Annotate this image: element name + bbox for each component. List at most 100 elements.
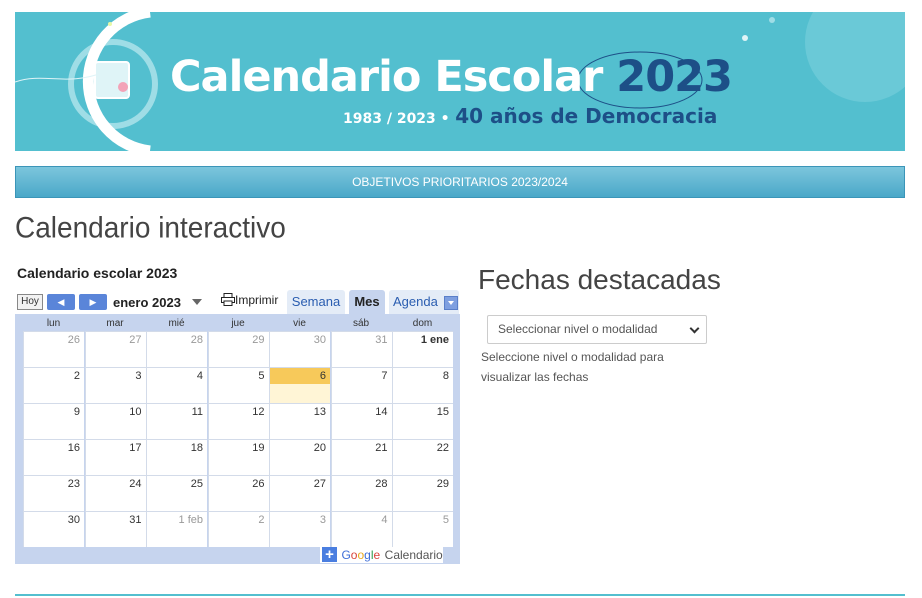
day-number: 29 — [436, 478, 449, 490]
calendar-day[interactable]: 26 — [207, 475, 269, 511]
today-button[interactable]: Hoy — [17, 294, 43, 310]
calendar-day[interactable]: 28 — [146, 331, 207, 367]
day-number: 4 — [381, 514, 388, 526]
day-number: 28 — [375, 478, 388, 490]
calendar-week-row: 2 3 4 5 6 7 8 — [23, 367, 453, 404]
day-number: 17 — [129, 442, 142, 454]
calendar-day-today[interactable]: 6 — [269, 367, 330, 404]
calendar-day[interactable]: 1 feb — [146, 511, 207, 547]
day-number: 23 — [67, 478, 80, 490]
day-number: 8 — [442, 370, 449, 382]
day-number: 30 — [67, 514, 80, 526]
current-month[interactable]: enero 2023 — [113, 295, 181, 310]
day-number: 16 — [67, 442, 80, 454]
level-select-value: Seleccionar nivel o modalidad — [498, 322, 658, 336]
calendar-day[interactable]: 1 ene — [392, 331, 453, 367]
footer-divider — [15, 594, 905, 596]
featured-help-text: Seleccione nivel o modalidad para visual… — [481, 350, 664, 384]
day-number: 1 feb — [178, 514, 203, 526]
day-number: 13 — [313, 406, 326, 418]
calendar-day[interactable]: 5 — [207, 367, 269, 403]
calendar-day[interactable]: 4 — [146, 367, 207, 403]
calendar-day[interactable]: 14 — [330, 403, 392, 439]
page-title: Calendario interactivo — [15, 211, 286, 244]
calendar-day[interactable]: 27 — [84, 331, 146, 367]
weekday-label: sáb — [352, 318, 370, 329]
calendar-day[interactable]: 11 — [146, 403, 207, 439]
calendar-week-row: 30 31 1 feb 2 3 4 5 — [23, 511, 453, 547]
calendar-day[interactable]: 3 — [269, 511, 330, 547]
day-number: 11 — [191, 406, 203, 418]
day-number: 12 — [252, 406, 265, 418]
level-select[interactable]: Seleccionar nivel o modalidad — [487, 315, 707, 344]
caret-down-icon[interactable] — [192, 299, 202, 305]
day-number: 2 — [73, 370, 80, 382]
weekday-label: vie — [293, 318, 306, 329]
calendar-day[interactable]: 25 — [146, 475, 207, 511]
calendar-day[interactable]: 9 — [23, 403, 84, 439]
calendar-day[interactable]: 15 — [392, 403, 453, 439]
day-number: 3 — [135, 370, 142, 382]
calendar-day[interactable]: 3 — [84, 367, 146, 403]
calendar-day[interactable]: 16 — [23, 439, 84, 475]
calendar-day[interactable]: 4 — [330, 511, 392, 547]
calendar-day[interactable]: 29 — [207, 331, 269, 367]
weekday-header: lun mar mié jue vie sáb dom — [23, 318, 453, 332]
calendar-day[interactable]: 18 — [146, 439, 207, 475]
day-number: 5 — [258, 370, 265, 382]
day-number: 26 — [67, 334, 80, 346]
banner-year: 2023 — [616, 52, 733, 102]
calendar-week-row: 16 17 18 19 20 21 22 — [23, 439, 453, 475]
calendar-week-row: 26 27 28 29 30 31 1 ene — [23, 331, 453, 367]
print-button[interactable]: Imprimir — [221, 293, 278, 307]
tab-semana[interactable]: Semana — [287, 290, 345, 314]
calendar-day[interactable]: 2 — [23, 367, 84, 403]
prev-month-button[interactable]: ◀ — [47, 294, 75, 310]
day-number: 9 — [73, 406, 80, 418]
calendar-day[interactable]: 31 — [84, 511, 146, 547]
banner-subtitle-main: 40 años de Democracia — [455, 104, 718, 128]
day-number: 2 — [258, 514, 265, 526]
day-number: 31 — [375, 334, 388, 346]
day-number: 31 — [129, 514, 142, 526]
tab-mes[interactable]: Mes — [349, 290, 385, 314]
calendar-day[interactable]: 21 — [330, 439, 392, 475]
calendar-day[interactable]: 30 — [23, 511, 84, 547]
day-number: 29 — [252, 334, 265, 346]
calendar-day[interactable]: 22 — [392, 439, 453, 475]
calendar-day[interactable]: 26 — [23, 331, 84, 367]
calendar-day[interactable]: 24 — [84, 475, 146, 511]
calendar-day[interactable]: 12 — [207, 403, 269, 439]
printer-icon — [221, 293, 235, 306]
calendar-day[interactable]: 7 — [330, 367, 392, 403]
calendar-week-row: 23 24 25 26 27 28 29 — [23, 475, 453, 511]
calendar-day[interactable]: 23 — [23, 475, 84, 511]
calendar-day[interactable]: 19 — [207, 439, 269, 475]
calendar-day[interactable]: 8 — [392, 367, 453, 403]
calendar-day[interactable]: 10 — [84, 403, 146, 439]
calendar-day[interactable]: 5 — [392, 511, 453, 547]
calendar-day[interactable]: 13 — [269, 403, 330, 439]
calendar-day[interactable]: 17 — [84, 439, 146, 475]
calendar-day[interactable]: 27 — [269, 475, 330, 511]
calendar-day[interactable]: 28 — [330, 475, 392, 511]
day-number: 3 — [319, 514, 326, 526]
calendar-title: Calendario escolar 2023 — [17, 265, 178, 281]
nav-objetivos-link[interactable]: OBJETIVOS PRIORITARIOS 2023/2024 — [15, 166, 905, 198]
calendar-day[interactable]: 2 — [207, 511, 269, 547]
agenda-dropdown-icon[interactable] — [444, 296, 458, 310]
day-number: 28 — [190, 334, 203, 346]
add-to-google-calendar[interactable]: + Google Calendario — [320, 547, 443, 563]
print-label: Imprimir — [235, 293, 279, 307]
weekday-label: mar — [106, 318, 124, 329]
calendar-day[interactable]: 20 — [269, 439, 330, 475]
day-number: 15 — [436, 406, 449, 418]
day-number: 21 — [375, 442, 388, 454]
day-number: 1 ene — [420, 334, 449, 346]
calendar-grid: lun mar mié jue vie sáb dom 26 27 28 29 30 31 1 ene 2… — [15, 314, 460, 564]
calendar-day[interactable]: 29 — [392, 475, 453, 511]
calendar-day[interactable]: 31 — [330, 331, 392, 367]
next-month-button[interactable]: ▶ — [79, 294, 107, 310]
day-number: 10 — [129, 406, 142, 418]
calendar-day[interactable]: 30 — [269, 331, 330, 367]
